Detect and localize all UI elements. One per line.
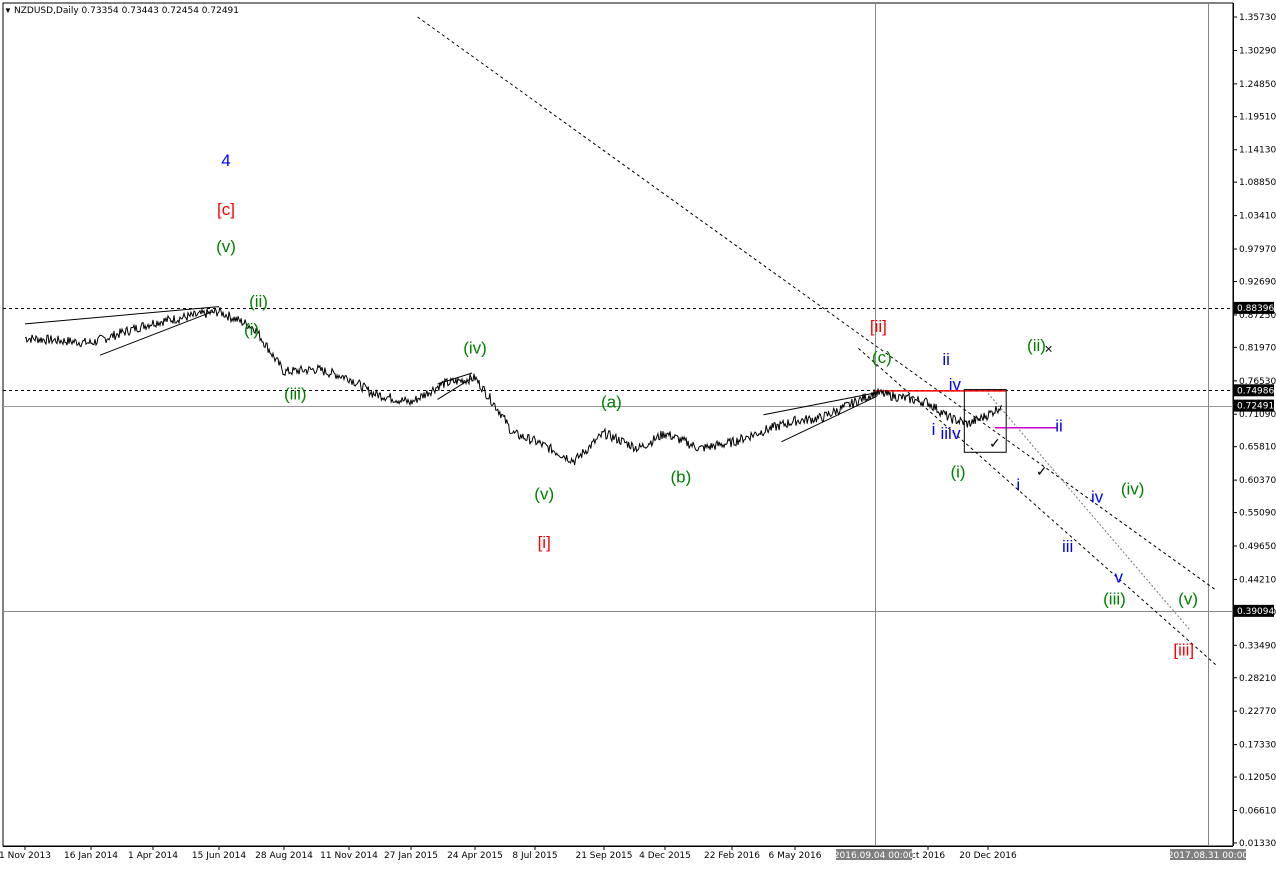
wave-label: (v)	[1178, 590, 1198, 609]
wave-label: (iv)	[1121, 480, 1145, 499]
trendline[interactable]	[763, 392, 877, 416]
price-tick-label: 0.71090	[1239, 410, 1276, 420]
wave-label: (iv)	[463, 338, 487, 357]
trendline[interactable]	[858, 348, 1217, 666]
wave-label: v	[952, 424, 961, 443]
time-tick-label: 27 Jan 2015	[384, 851, 438, 861]
time-tick-label: 15 Jun 2014	[192, 851, 246, 861]
price-tick-label: 0.60370	[1239, 476, 1276, 486]
wave-label: (a)	[601, 392, 622, 411]
chart-header: ▼ NZDUSD,Daily 0.73354 0.73443 0.72454 0…	[4, 6, 239, 16]
wave-label: v	[1115, 568, 1124, 587]
price-tick-label: 0.28210	[1239, 674, 1276, 684]
price-tick-label: 0.01330	[1239, 839, 1276, 849]
wave-label: ii	[1055, 416, 1063, 435]
price-marker-label: 0.72491	[1237, 402, 1274, 412]
time-tick-label: 4 Dec 2015	[639, 851, 691, 861]
wave-label: (iii)	[284, 384, 307, 403]
time-tick-label: ct 2016	[911, 851, 946, 861]
time-tick-label: 28 Aug 2014	[255, 851, 313, 861]
time-tick-label: 21 Sep 2015	[575, 851, 632, 861]
price-tick-label: 0.49650	[1239, 542, 1276, 552]
time-axis[interactable]: 1 Nov 2013 16 Jan 2014 1 Apr 2014 15 Jun 20…	[0, 846, 1248, 861]
wave-label: (b)	[671, 467, 692, 486]
price-tick-label: 0.65810	[1239, 443, 1276, 453]
price-tick-label: 0.92690	[1239, 277, 1276, 287]
wave-label: [iii]	[1173, 641, 1194, 660]
time-tick-label: 1 Nov 2013	[0, 851, 51, 861]
chart-title: NZDUSD,Daily 0.73354 0.73443 0.72454 0.7…	[14, 6, 239, 16]
time-tick-label: 6 May 2016	[769, 851, 822, 861]
price-tick-label: 1.03410	[1239, 212, 1276, 222]
wave-label: iv	[949, 375, 962, 394]
wave-label: 4	[221, 151, 230, 170]
price-tick-label: 1.14130	[1239, 146, 1276, 156]
wave-label: (v)	[216, 237, 236, 256]
price-tick-label: 0.97970	[1239, 245, 1276, 255]
time-tick-label: 24 Apr 2015	[447, 851, 503, 861]
wave-label-layer: 4 [c] (v) (ii) (i) (iii) (iv) (a) (v) (b) [i] [ii] (…	[216, 151, 1198, 660]
check-mark-icon: ✓	[989, 435, 1001, 451]
price-marker-label: 0.74986	[1237, 386, 1274, 396]
wave-label: (v)	[534, 485, 554, 504]
price-tick-label: 0.55090	[1239, 509, 1276, 519]
time-highlight-label: 2017.08.31 00:00	[1168, 851, 1249, 861]
price-tick-label: 1.24850	[1239, 80, 1276, 90]
wave-label: iii	[1062, 537, 1073, 556]
price-tick-label: 1.35730	[1239, 13, 1276, 23]
wave-label: (ii)	[249, 292, 268, 311]
price-tick-label: 0.44210	[1239, 575, 1276, 585]
price-tick-label: 1.19510	[1239, 113, 1276, 123]
time-tick-label: 16 Jan 2014	[64, 851, 118, 861]
price-tick-label: 0.17330	[1239, 741, 1276, 751]
price-axis[interactable]: 1.35730 1.30290 1.24850 1.19510 1.14130 1.088…	[1233, 0, 1276, 866]
wave-label: (iii)	[1103, 590, 1126, 609]
wave-label: [ii]	[870, 317, 887, 336]
wave-label: [c]	[217, 200, 235, 219]
wave-label: (ii)	[1027, 336, 1046, 355]
price-marker-label: 0.39094	[1237, 607, 1274, 617]
price-chart[interactable]: 4 [c] (v) (ii) (i) (iii) (iv) (a) (v) (b) [i] [ii] (…	[0, 0, 1276, 866]
plot-frame	[2, 2, 1234, 847]
time-tick-label: 8 Jul 2015	[512, 851, 557, 861]
price-tick-label: 0.33490	[1239, 641, 1276, 651]
plot-area	[2, 2, 1234, 847]
price-series-layer	[24, 307, 1003, 466]
header-arrow-icon[interactable]: ▼	[4, 6, 12, 15]
time-tick-label: 1 Apr 2014	[128, 851, 178, 861]
price-line	[24, 307, 1003, 466]
check-mark-icon: ✓	[1036, 463, 1048, 479]
price-tick-label: 1.30290	[1239, 46, 1276, 56]
wave-label: iii	[940, 424, 951, 443]
chart-window[interactable]: 4 [c] (v) (ii) (i) (iii) (iv) (a) (v) (b) [i] [ii] (…	[0, 0, 1276, 866]
time-highlight-label: 2016.09.04 00:00	[834, 851, 915, 861]
wave-label: [i]	[538, 533, 551, 552]
price-tick-label: 1.08850	[1239, 178, 1276, 188]
time-tick-label: 22 Feb 2016	[704, 851, 760, 861]
price-tick-label: 0.12050	[1239, 773, 1276, 783]
wave-label: i	[1016, 475, 1020, 494]
trendline[interactable]	[987, 392, 1191, 631]
wave-label: ii	[942, 350, 950, 369]
price-tick-label: 0.81970	[1239, 343, 1276, 353]
time-tick-label: 20 Dec 2016	[959, 851, 1017, 861]
wave-label: (i)	[244, 320, 259, 339]
price-axis-bg	[1233, 0, 1276, 866]
time-tick-label: 11 Nov 2014	[320, 851, 378, 861]
price-tick-label: 0.06610	[1239, 806, 1276, 816]
cross-mark-icon: ×	[1045, 340, 1053, 356]
wave-label: i	[932, 420, 936, 439]
wave-label: iv	[1091, 488, 1104, 507]
price-marker-label: 0.88396	[1237, 304, 1274, 314]
price-tick-label: 0.22770	[1239, 707, 1276, 717]
wave-label: (i)	[950, 462, 965, 481]
wave-label: (c)	[872, 348, 892, 367]
